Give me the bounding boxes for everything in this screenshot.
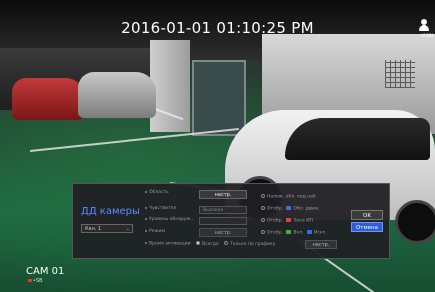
sensitivity-label: Чувствител (149, 206, 177, 211)
always-label: Всегда (202, 241, 219, 247)
camera-view: 2016-01-01 01:10:25 PM LOGIN CAM 01 •SB … (0, 0, 435, 292)
activation-label: Время активации (149, 241, 191, 247)
record-indicator-icon (28, 279, 32, 282)
right-option-1[interactable]: Налож. обл. под наб. (261, 194, 317, 200)
wall-grill (385, 60, 415, 88)
garage-pillar (150, 40, 190, 132)
parked-car-red (12, 78, 84, 120)
activation-setup-button[interactable]: настр. (305, 240, 337, 249)
camera-status: •SB (28, 278, 43, 284)
timestamp-overlay: 2016-01-01 01:10:25 PM (121, 19, 314, 37)
schedule-radio[interactable] (224, 241, 229, 245)
ok-button[interactable]: OK (351, 210, 383, 220)
right-option-2-label: Отобр. (267, 206, 283, 212)
level-row: Уровень обнаруж... (145, 217, 195, 222)
parked-car-silver (78, 72, 156, 118)
elevator-door (192, 60, 246, 136)
level-select[interactable] (199, 217, 247, 225)
dialog-title: ДД камеры (81, 206, 140, 217)
level-label: Уровень обнаруж... (149, 217, 195, 222)
right-option-4[interactable]: Отобр. Вкл. Искл. (261, 230, 327, 236)
right-option-4-label: Отобр. (267, 230, 283, 236)
car-window (285, 118, 430, 160)
sensitivity-select[interactable]: Высокая (199, 206, 247, 214)
channel-select[interactable]: Кан. 1 ⌄ (81, 224, 133, 233)
activation-row: Время активации Всегда Только по графику (145, 241, 275, 247)
login-label: LOGIN (420, 33, 433, 38)
right-option-3[interactable]: Отобр. Зона ИП (261, 218, 313, 224)
right-option-2[interactable]: Отобр. Обл. движ. (261, 206, 320, 212)
sensitivity-row: Чувствител (145, 206, 176, 211)
car-wheel (395, 200, 435, 244)
camera-status-text: •SB (33, 278, 43, 284)
always-radio[interactable] (196, 241, 201, 245)
parking-line (29, 128, 239, 152)
camera-name: CAM 01 (26, 266, 65, 277)
right-option-1-label: Налож. обл. под наб. (267, 194, 318, 200)
motion-detection-dialog: ДД камеры Кан. 1 ⌄ Область настр. Чувств… (72, 183, 390, 259)
right-option-2-tag: Обл. движ. (293, 206, 320, 212)
channel-select-value: Кан. 1 (85, 226, 102, 232)
ir-zone-color-swatch (286, 218, 292, 222)
area-color-swatch (286, 206, 292, 210)
right-option-3-tag: Зона ИП (293, 218, 313, 224)
schedule-label: Только по графику (230, 241, 276, 247)
include-color-swatch (286, 230, 292, 234)
right-option-3-label: Отобр. (267, 218, 283, 224)
area-setup-button[interactable]: настр. (199, 190, 247, 199)
area-row: Область (145, 190, 169, 195)
mode-setup-button[interactable]: настр. (199, 228, 247, 237)
right-option-4-tag-b: Искл. (313, 230, 327, 236)
login-user-icon[interactable] (417, 18, 431, 34)
chevron-down-icon: ⌄ (125, 226, 130, 232)
mode-label: Режим (149, 229, 165, 234)
mode-row: Режим (145, 229, 165, 234)
area-label: Область (149, 190, 169, 195)
cancel-button[interactable]: Отмена (351, 222, 383, 232)
right-option-4-tag-a: Вкл. (293, 230, 304, 236)
exclude-color-swatch (306, 230, 312, 234)
